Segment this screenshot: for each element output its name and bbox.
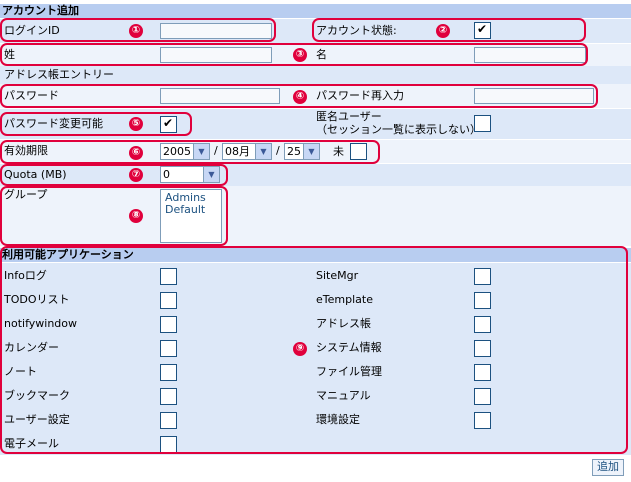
annotation-box-9 [0, 246, 628, 454]
marker-9: ⑨ [293, 342, 307, 356]
address-book-label: アドレス帳エントリー [4, 68, 114, 81]
marker-8: ⑧ [129, 209, 143, 223]
section-title: アカウント追加 [0, 4, 631, 18]
annotation-box-6 [0, 140, 380, 164]
marker-2: ② [436, 24, 450, 38]
add-button[interactable]: 追加 [592, 459, 624, 476]
marker-4: ④ [293, 90, 307, 104]
marker-1: ① [129, 24, 143, 38]
annotation-box-5 [0, 112, 192, 136]
annotation-box-7 [0, 164, 228, 186]
marker-7: ⑦ [129, 168, 143, 182]
annotation-box-8 [0, 186, 228, 246]
marker-6: ⑥ [129, 146, 143, 160]
anonymous-label-line2: （セッション一覧に表示しない） [316, 123, 481, 136]
anonymous-checkbox[interactable] [474, 115, 491, 132]
marker-5: ⑤ [129, 117, 143, 131]
anonymous-label-line1: 匿名ユーザー [316, 110, 382, 123]
marker-3: ③ [293, 48, 307, 62]
